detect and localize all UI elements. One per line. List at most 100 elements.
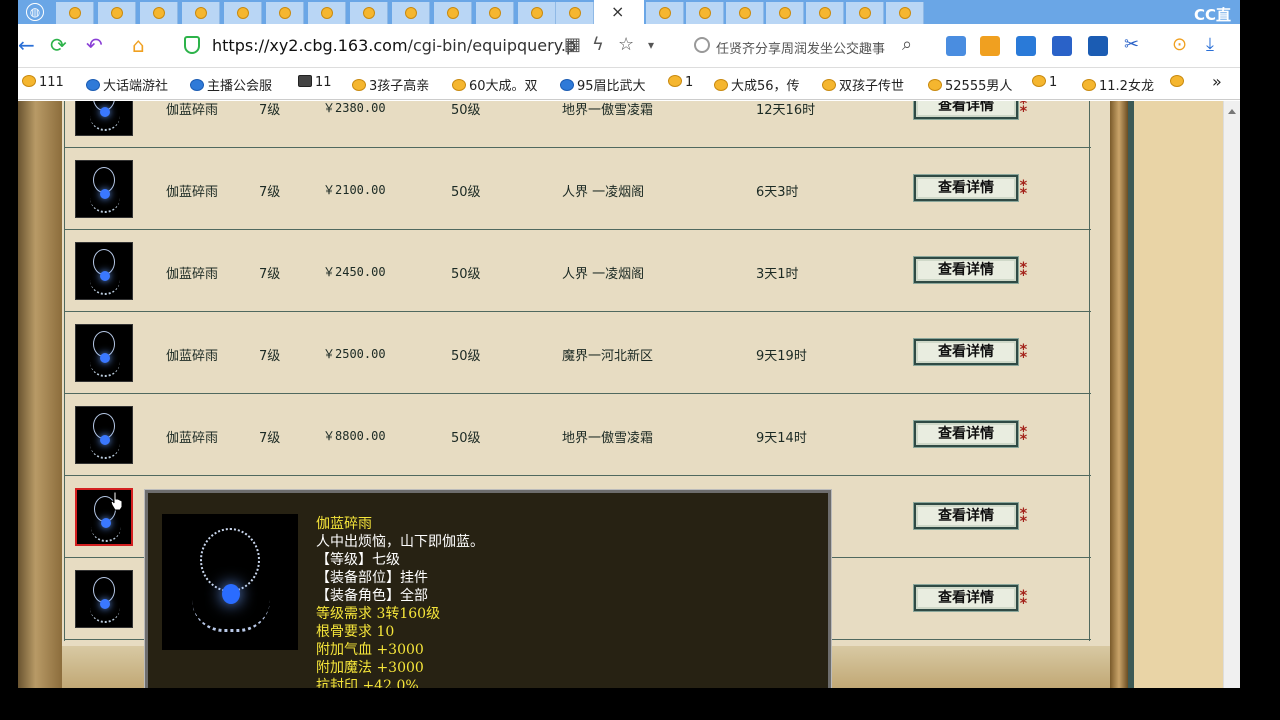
bookmark-item[interactable]: 95眉比武大 [560,75,646,94]
item-thumbnail[interactable] [75,406,133,464]
item-name[interactable]: 伽蓝碎雨 [166,263,218,282]
translate-icon[interactable] [1016,36,1036,56]
bookmark-item[interactable]: 双孩子传世 [822,75,904,94]
tab[interactable] [726,2,764,24]
scissors-icon[interactable]: ✂ [1124,34,1139,55]
view-details-button[interactable]: 查看详情 [913,256,1019,284]
item-thumbnail[interactable] [75,160,133,218]
item-level: 7级 [259,431,281,446]
chicken-favicon-icon [279,7,291,19]
close-tab-icon[interactable]: × [611,2,624,21]
item-time-left: 9天14时 [756,431,807,446]
bookmark-item[interactable]: 大成56，传 [714,75,800,94]
lightning-icon[interactable]: ϟ [592,34,604,55]
chicken-favicon-icon [363,7,375,19]
tab[interactable] [350,2,388,24]
address-bar-row: ← ⟳ ↶ ⌂ https://xy2.cbg.163.com/cgi-bin/… [18,24,1240,68]
item-thumbnail[interactable] [75,101,133,136]
bookmark-item[interactable]: 11 [298,75,332,90]
item-thumbnail[interactable] [75,324,133,382]
tab[interactable] [886,2,924,24]
tab[interactable] [766,2,804,24]
page-content: 伽蓝碎雨 7级 ￥2380.00 50级 地界一傲雪凌霜 12天16时 查看详情… [18,101,1240,688]
view-details-button[interactable]: 查看详情 [913,174,1019,202]
bookmark-item[interactable]: 52555男人 [928,75,1012,94]
tab[interactable] [476,2,514,24]
bookmark-item[interactable]: 111 [22,75,64,90]
tab[interactable] [846,2,884,24]
extension-icon[interactable] [946,36,966,56]
item-req-level: 50级 [451,431,481,446]
star-icon[interactable]: ☆ [618,34,634,55]
globe-icon[interactable]: ◍ [26,3,44,21]
tab[interactable] [56,2,94,24]
item-name[interactable]: 伽蓝碎雨 [166,181,218,200]
item-req-level: 50级 [451,267,481,282]
bookmark-item[interactable]: 主播公会服 [190,75,272,94]
view-details-button[interactable]: 查看详情 [913,420,1019,448]
item-server: 地界一傲雪凌霜 [562,431,654,446]
scroll-up-icon[interactable] [1228,109,1236,114]
view-details-button[interactable]: 查看详情 [913,338,1019,366]
undo-icon[interactable]: ↶ [86,34,103,56]
search-icon[interactable]: ⌕ [902,34,912,55]
view-details-button[interactable]: 查看详情 [913,584,1019,612]
tab[interactable] [266,2,304,24]
tab[interactable] [224,2,262,24]
tab[interactable] [140,2,178,24]
tab[interactable] [686,2,724,24]
more-bookmarks-icon[interactable]: » [1212,72,1222,91]
tab[interactable] [392,2,430,24]
tooltip-description: 人中出烦恼，山下即伽蓝。 [316,534,484,550]
back-arrow-icon[interactable]: ← [18,34,35,56]
tab[interactable] [646,2,684,24]
tab[interactable] [556,2,594,24]
item-name[interactable]: 伽蓝碎雨 [166,345,218,364]
tooltip-grade: 【等级】七级 [316,552,400,568]
menu-dots-icon[interactable]: ⊙ [1172,34,1187,55]
key-icon[interactable] [980,36,1000,56]
screen-icon[interactable] [1088,36,1108,56]
chicken-icon [928,79,942,91]
item-thumbnail[interactable] [75,242,133,300]
tab[interactable] [182,2,220,24]
item-name[interactable]: 伽蓝碎雨 [166,427,218,446]
bookmark-item[interactable]: 1 [1032,75,1057,90]
item-thumbnail[interactable] [75,570,133,628]
chicken-favicon-icon [779,7,791,19]
word-icon[interactable] [1052,36,1072,56]
bookmark-item[interactable]: 60大成。双 [452,75,538,94]
tab[interactable] [308,2,346,24]
tooltip-slot: 【装备部位】挂件 [316,570,428,586]
chicken-icon [668,75,682,87]
home-icon[interactable]: ⌂ [132,34,145,56]
view-details-button[interactable]: 查看详情 [913,502,1019,530]
refresh-icon[interactable]: ⟳ [50,34,67,56]
download-icon[interactable]: ⤓ [1206,34,1214,55]
chicken-icon [714,79,728,91]
bookmark-item[interactable]: 大话端游社 [86,75,168,94]
qr-icon[interactable]: ▦ [564,34,581,55]
tab[interactable] [518,2,556,24]
tab[interactable] [434,2,472,24]
item-req-level: 50级 [451,103,481,118]
item-thumbnail-hovered[interactable] [75,488,133,546]
view-details-button[interactable]: 查看详情 [913,101,1019,120]
chicken-favicon-icon [819,7,831,19]
search-input[interactable]: 任贤齐分享周润发坐公交趣事 [716,38,885,57]
tab[interactable] [806,2,844,24]
bookmark-item[interactable] [1170,75,1187,90]
chicken-favicon-icon [531,7,543,19]
tooltip-bone-req: 根骨要求 10 [316,624,395,640]
url-field[interactable]: https://xy2.cbg.163.com/cgi-bin/equipque… [212,36,576,55]
tab[interactable] [98,2,136,24]
tassel-icon: ⁑ [1019,506,1029,527]
bookmark-item[interactable]: 1 [668,75,693,90]
bookmark-item[interactable]: 3孩子高亲 [352,75,429,94]
dark-logo-icon [298,75,312,87]
scrollbar[interactable] [1223,101,1240,688]
tassel-icon: ⁑ [1019,101,1029,117]
bookmark-item[interactable]: 11.2女龙 [1082,75,1154,94]
item-name[interactable]: 伽蓝碎雨 [166,101,218,118]
chevron-down-icon[interactable]: ▾ [648,38,654,52]
